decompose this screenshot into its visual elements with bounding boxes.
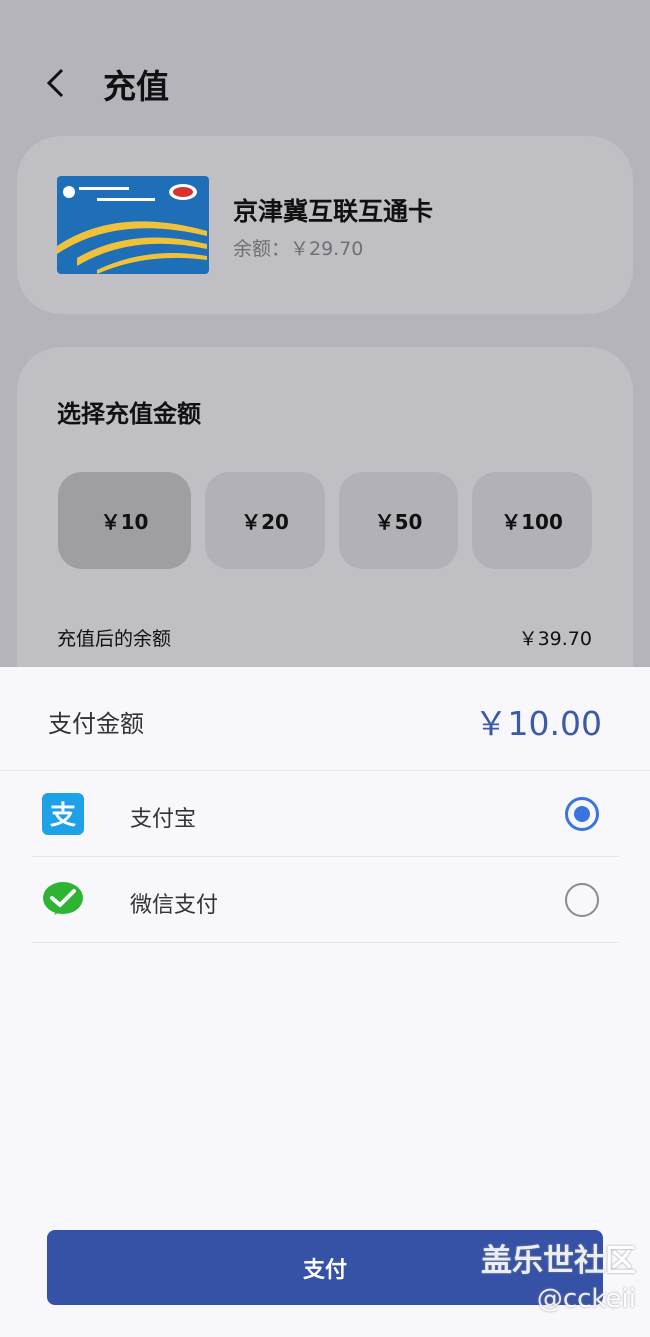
pay-amount-value: ￥10.00 bbox=[474, 704, 602, 743]
divider bbox=[32, 942, 619, 943]
transit-card-icon bbox=[57, 176, 209, 274]
page-title: 充值 bbox=[103, 67, 169, 106]
payment-method-label: 微信支付 bbox=[130, 893, 219, 918]
alipay-icon: 支 bbox=[42, 793, 84, 835]
watermark-title: 盖乐世社区 bbox=[481, 1243, 636, 1279]
watermark-handle: @cckeii bbox=[536, 1284, 636, 1314]
wechat-pay-icon bbox=[43, 882, 83, 915]
amount-option-50[interactable]: ￥50 bbox=[339, 472, 458, 569]
amount-option-10[interactable]: ￥10 bbox=[58, 472, 191, 569]
balance-after-label: 充值后的余额 bbox=[57, 628, 172, 650]
back-arrow-icon[interactable] bbox=[40, 68, 70, 98]
payment-method-alipay[interactable]: 支 支付宝 bbox=[32, 771, 619, 856]
radio-unselected-icon[interactable] bbox=[565, 883, 599, 917]
amount-option-100[interactable]: ￥100 bbox=[472, 472, 592, 569]
payment-method-label: 支付宝 bbox=[130, 807, 197, 832]
page-header: 充值 bbox=[0, 40, 650, 130]
amount-option-20[interactable]: ￥20 bbox=[205, 472, 325, 569]
card-balance: 余额：￥29.70 bbox=[233, 238, 364, 260]
amount-section-title: 选择充值金额 bbox=[57, 400, 201, 428]
pay-amount-label: 支付金额 bbox=[48, 710, 144, 738]
card-info-panel: 京津冀互联互通卡 余额：￥29.70 bbox=[17, 136, 633, 314]
radio-selected-icon[interactable] bbox=[565, 797, 599, 831]
card-name: 京津冀互联互通卡 bbox=[233, 197, 434, 226]
svg-text:支: 支 bbox=[50, 801, 76, 831]
payment-method-wechat[interactable]: 微信支付 bbox=[32, 857, 619, 942]
amount-selection-panel: 选择充值金额 ￥10 ￥20 ￥50 ￥100 充值后的余额 ￥39.70 bbox=[17, 347, 633, 707]
balance-after-value: ￥39.70 bbox=[518, 628, 592, 650]
